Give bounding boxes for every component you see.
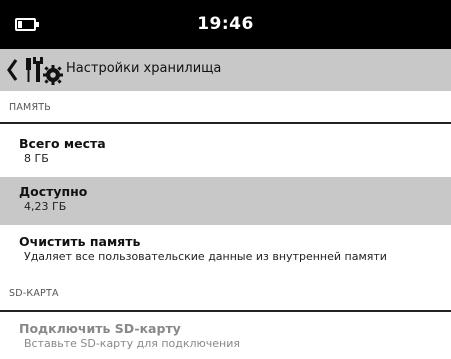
mount-sd-subtitle: Вставьте SD-карту для подключения <box>24 337 241 350</box>
section-divider <box>0 122 451 124</box>
clear-memory-item[interactable]: Очистить память Удаляет все пользователь… <box>0 234 451 268</box>
available-space-title: Доступно <box>19 184 88 199</box>
title-bar: Настройки хранилища <box>0 49 451 91</box>
section-header-memory: ПАМЯТЬ <box>9 102 51 113</box>
page-title: Настройки хранилища <box>66 61 222 76</box>
back-arrow-icon[interactable] <box>6 58 18 82</box>
clear-memory-subtitle: Удаляет все пользовательские данные из в… <box>24 250 387 263</box>
total-space-item: Всего места 8 ГБ <box>0 136 451 170</box>
total-space-title: Всего места <box>19 136 106 151</box>
clear-memory-title: Очистить память <box>19 234 141 249</box>
available-space-item: Доступно 4,23 ГБ <box>0 177 451 225</box>
mount-sd-item[interactable]: Подключить SD-карту Вставьте SD-карту дл… <box>0 321 451 355</box>
section-divider <box>0 310 451 312</box>
mount-sd-title: Подключить SD-карту <box>19 321 181 336</box>
status-clock: 19:46 <box>197 14 254 34</box>
settings-tools-icon <box>26 57 63 85</box>
status-bar: 19:46 <box>0 0 451 49</box>
total-space-value: 8 ГБ <box>24 152 49 165</box>
section-header-sd: SD-КАРТА <box>9 288 59 299</box>
available-space-value: 4,23 ГБ <box>24 200 67 213</box>
